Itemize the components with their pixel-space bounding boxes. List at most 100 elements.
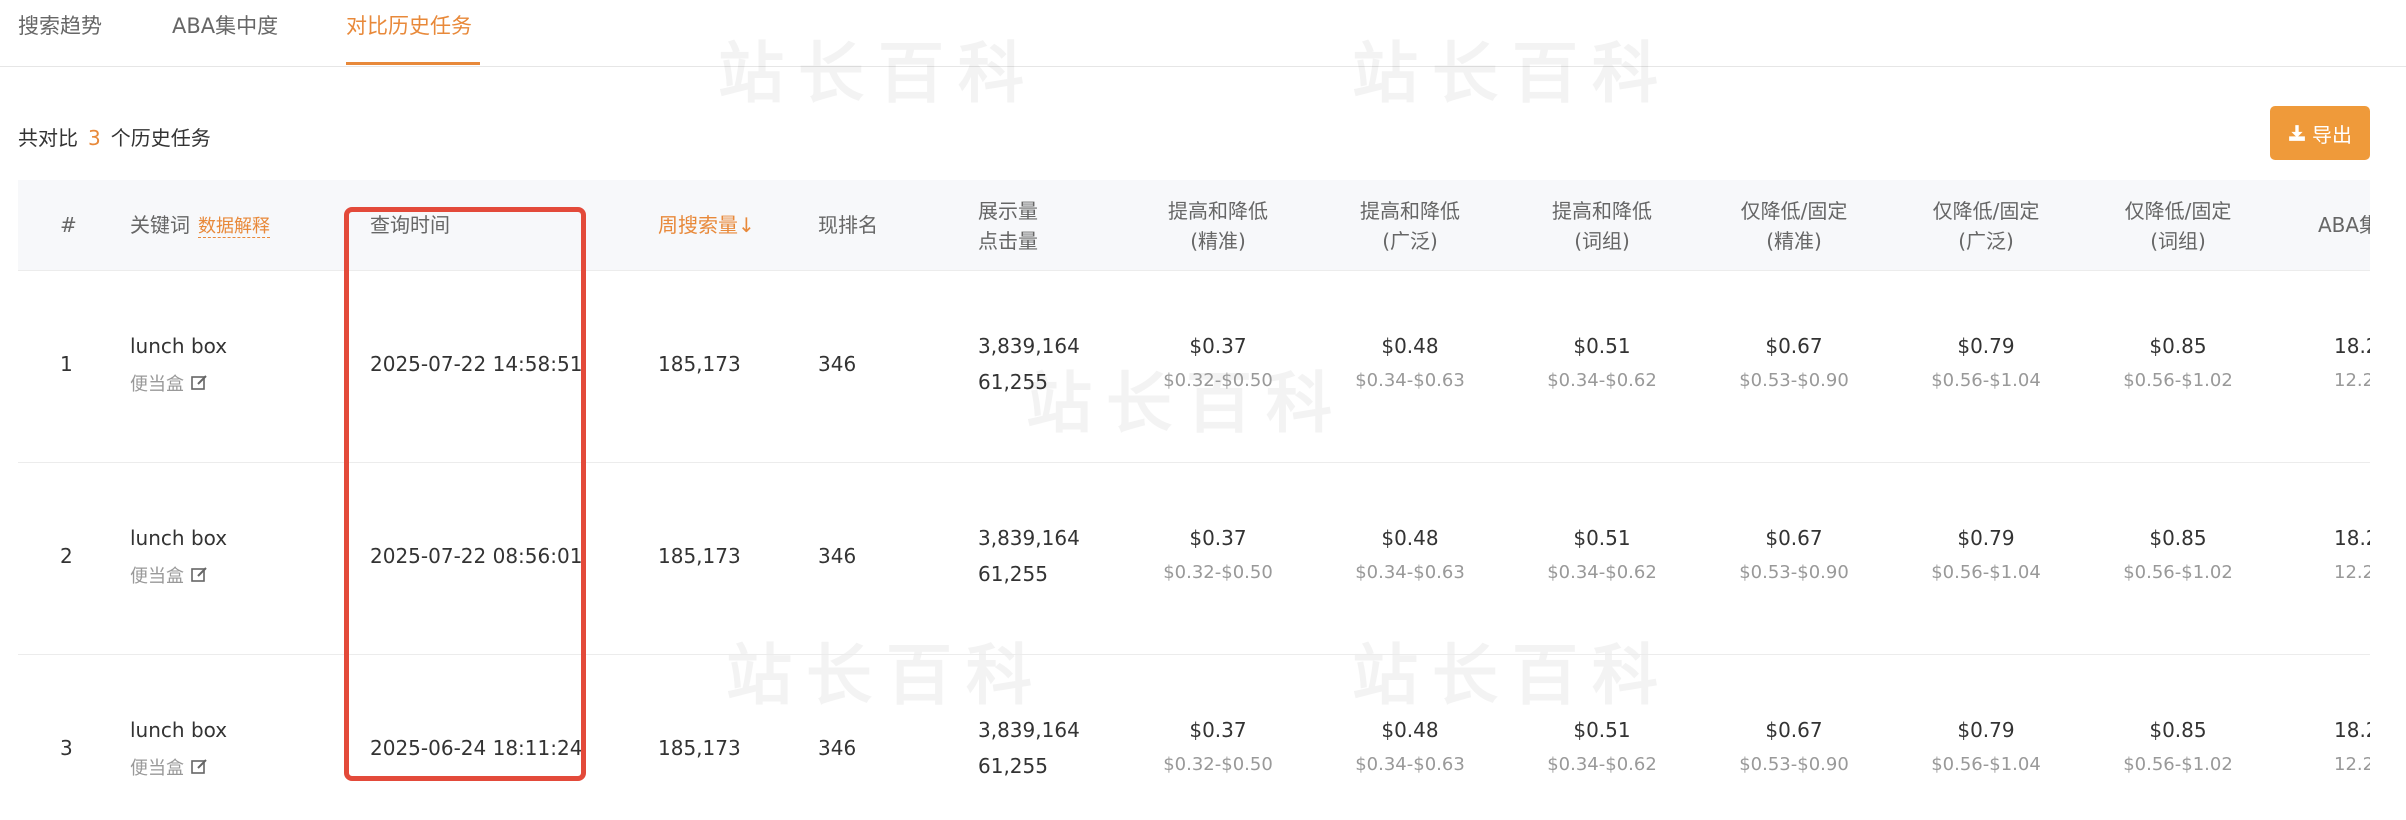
bid-range: $0.53-$0.90 (1739, 562, 1849, 583)
keyword-text: lunch box (130, 526, 228, 550)
query-time: 2025-07-22 14:58:51 (370, 352, 583, 376)
summary-suffix: 个历史任务 (110, 126, 211, 150)
tab-compare-history[interactable]: 对比历史任务 (346, 10, 472, 40)
col-bid-match-type: (广泛) (1382, 229, 1438, 253)
bid-suggested: $0.48 (1381, 334, 1439, 358)
table-row: 3 lunch box 便当盒 2025-06-24 18:11:24 185,173 3… (18, 654, 2370, 820)
weekly-search-volume: 185,173 (658, 736, 741, 760)
keyword-text: lunch box (130, 718, 228, 742)
export-button[interactable]: 导出 (2270, 106, 2370, 160)
bid-suggested: $0.37 (1189, 718, 1247, 742)
bid-range: $0.53-$0.90 (1739, 754, 1849, 775)
col-bid-match-type: (词组) (1574, 229, 1630, 253)
keyword-cn: 便当盒 (130, 370, 208, 397)
keyword-cn-text: 便当盒 (130, 374, 184, 395)
aba-value: 18.2 (2334, 718, 2370, 742)
summary-prefix: 共对比 (18, 126, 78, 150)
bid-range: $0.56-$1.02 (2123, 754, 2233, 775)
col-bid-title: 提高和降低 (1360, 199, 1460, 223)
col-bid-5: 仅降低/固定 (词组) (2098, 196, 2258, 256)
download-icon (2289, 125, 2305, 141)
tab-bar: 搜索趋势 ABA集中度 对比历史任务 (0, 0, 2406, 67)
bid-range: $0.34-$0.62 (1547, 562, 1657, 583)
bid-range: $0.56-$1.02 (2123, 370, 2233, 391)
col-bid-3: 仅降低/固定 (精准) (1714, 196, 1874, 256)
col-clicks: 点击量 (978, 229, 1038, 253)
bid-suggested: $0.79 (1957, 526, 2015, 550)
col-bid-title: 提高和降低 (1552, 199, 1652, 223)
keyword-cn: 便当盒 (130, 754, 208, 781)
bid-range: $0.34-$0.62 (1547, 754, 1657, 775)
keyword-cn: 便当盒 (130, 562, 208, 589)
col-bid-match-type: (精准) (1766, 229, 1822, 253)
tab-search-trend[interactable]: 搜索趋势 (18, 10, 102, 40)
col-bid-1: 提高和降低 (广泛) (1330, 196, 1490, 256)
bid-suggested: $0.67 (1765, 718, 1823, 742)
col-bid-match-type: (词组) (2150, 229, 2206, 253)
table-row: 1 lunch box 便当盒 2025-07-22 14:58:51 185,173 3… (18, 270, 2370, 463)
bid-suggested: $0.37 (1189, 526, 1247, 550)
bid-range: $0.56-$1.02 (2123, 562, 2233, 583)
bid-range: $0.56-$1.04 (1931, 370, 2041, 391)
bid-range: $0.56-$1.04 (1931, 562, 2041, 583)
history-compare-table: # 关键词 数据解释 查询时间 周搜索量↓ 现排名 展示量 点击量 提高和降低 (精… (18, 180, 2370, 820)
bid-suggested: $0.48 (1381, 526, 1439, 550)
impressions: 3,839,164 (978, 526, 1080, 550)
query-time: 2025-07-22 08:56:01 (370, 544, 583, 568)
bid-suggested: $0.85 (2149, 718, 2207, 742)
col-keyword: 关键词 数据解释 (130, 210, 270, 242)
bid-suggested: $0.37 (1189, 334, 1247, 358)
keyword-cn-text: 便当盒 (130, 758, 184, 779)
clicks: 61,255 (978, 370, 1048, 394)
col-bid-title: 仅降低/固定 (2124, 199, 2232, 223)
bid-suggested: $0.85 (2149, 334, 2207, 358)
data-explain-link[interactable]: 数据解释 (198, 216, 270, 238)
clicks: 61,255 (978, 754, 1048, 778)
weekly-search-volume: 185,173 (658, 544, 741, 568)
col-bid-0: 提高和降低 (精准) (1138, 196, 1298, 256)
current-rank: 346 (818, 736, 857, 760)
col-keyword-label: 关键词 (130, 213, 190, 237)
col-impressions: 展示量 (978, 199, 1038, 223)
table-header: # 关键词 数据解释 查询时间 周搜索量↓ 现排名 展示量 点击量 提高和降低 (精… (18, 180, 2370, 271)
bid-suggested: $0.85 (2149, 526, 2207, 550)
clicks: 61,255 (978, 562, 1048, 586)
col-impressions-clicks: 展示量 点击量 (978, 196, 1038, 256)
col-bid-match-type: (精准) (1190, 229, 1246, 253)
bid-suggested: $0.51 (1573, 334, 1631, 358)
edit-icon[interactable] (190, 566, 208, 589)
bid-range: $0.32-$0.50 (1163, 754, 1273, 775)
bid-suggested: $0.79 (1957, 334, 2015, 358)
col-weekly-search-label: 周搜索量 (658, 213, 738, 237)
query-time: 2025-06-24 18:11:24 (370, 736, 583, 760)
col-rank: 现排名 (818, 213, 878, 237)
row-index: 2 (60, 544, 73, 568)
impressions: 3,839,164 (978, 334, 1080, 358)
col-bid-2: 提高和降低 (词组) (1522, 196, 1682, 256)
col-bid-match-type: (广泛) (1958, 229, 2014, 253)
col-bid-title: 仅降低/固定 (1740, 199, 1848, 223)
bid-range: $0.34-$0.63 (1355, 370, 1465, 391)
bid-range: $0.34-$0.62 (1547, 370, 1657, 391)
tab-aba-concentration[interactable]: ABA集中度 (172, 10, 278, 40)
col-bid-4: 仅降低/固定 (广泛) (1906, 196, 2066, 256)
active-tab-indicator (346, 62, 480, 65)
current-rank: 346 (818, 544, 857, 568)
col-query-time: 查询时间 (370, 213, 450, 237)
aba-sub-value: 12.2 (2334, 754, 2370, 775)
bid-range: $0.32-$0.50 (1163, 562, 1273, 583)
current-rank: 346 (818, 352, 857, 376)
bid-range: $0.34-$0.63 (1355, 754, 1465, 775)
table-row: 2 lunch box 便当盒 2025-07-22 08:56:01 185,173 3… (18, 462, 2370, 655)
bid-suggested: $0.48 (1381, 718, 1439, 742)
edit-icon[interactable] (190, 758, 208, 781)
col-weekly-search-sort[interactable]: 周搜索量↓ (658, 210, 755, 240)
impressions: 3,839,164 (978, 718, 1080, 742)
edit-icon[interactable] (190, 374, 208, 397)
bid-range: $0.34-$0.63 (1355, 562, 1465, 583)
sort-desc-icon: ↓ (738, 213, 755, 237)
row-index: 1 (60, 352, 73, 376)
aba-value: 18.2 (2334, 526, 2370, 550)
aba-value: 18.2 (2334, 334, 2370, 358)
bid-suggested: $0.67 (1765, 526, 1823, 550)
